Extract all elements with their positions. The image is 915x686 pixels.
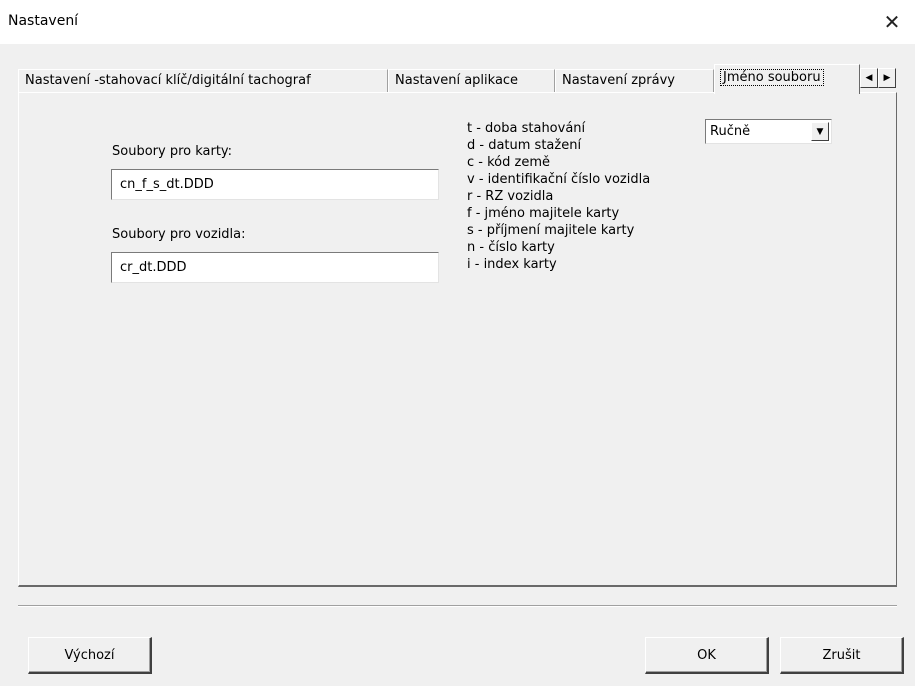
tab-file-name[interactable]: Jméno souboru	[714, 64, 860, 94]
tab-scroll-right-button[interactable]: ▶	[878, 68, 896, 88]
placeholder-legend: t - doba stahování d - datum stažení c -…	[467, 120, 650, 273]
legend-item: f - jméno majitele karty	[467, 206, 620, 221]
tab-label: Nastavení -stahovací klíč/digitální tach…	[25, 73, 311, 88]
vehicles-files-label: Soubory pro vozidla:	[112, 227, 246, 242]
tab-label: Jméno souboru	[720, 69, 824, 86]
legend-item: s - příjmení majitele karty	[467, 223, 635, 238]
legend-item: v - identifikační číslo vozidla	[467, 172, 651, 187]
default-button[interactable]: Výchozí	[28, 637, 152, 674]
tab-strip: Nastavení -stahovací klíč/digitální tach…	[18, 64, 898, 94]
chevron-down-icon: ▼	[816, 126, 824, 137]
tab-application-settings[interactable]: Nastavení aplikace	[388, 69, 555, 93]
tab-report-settings[interactable]: Nastavení zprávy	[555, 69, 714, 93]
tab-label: Nastavení aplikace	[395, 73, 519, 88]
legend-item: i - index karty	[467, 257, 557, 272]
tab-download-key-tachograph[interactable]: Nastavení -stahovací klíč/digitální tach…	[18, 69, 388, 93]
title-bar: Nastavení ✕	[0, 0, 915, 44]
default-button-label: Výchozí	[64, 647, 115, 663]
tab-panel	[18, 92, 897, 587]
separator-line	[18, 605, 897, 607]
vehicles-files-value: cr_dt.DDD	[120, 260, 187, 275]
cards-files-label: Soubory pro karty:	[112, 144, 233, 159]
cancel-button-label: Zrušit	[822, 647, 861, 663]
legend-item: t - doba stahování	[467, 121, 586, 136]
close-button[interactable]: ✕	[869, 0, 915, 44]
arrow-right-icon: ▶	[883, 73, 891, 83]
mode-select-value: Ručně	[710, 124, 751, 139]
window-title: Nastavení	[8, 13, 79, 29]
close-icon: ✕	[883, 10, 901, 34]
legend-item: r - RZ vozidla	[467, 189, 554, 204]
cards-files-value: cn_f_s_dt.DDD	[120, 177, 214, 192]
ok-button[interactable]: OK	[645, 637, 769, 674]
mode-select[interactable]: Ručně ▼	[705, 119, 832, 144]
legend-item: c - kód země	[467, 155, 550, 170]
tab-label: Nastavení zprávy	[562, 73, 675, 88]
dropdown-button[interactable]: ▼	[811, 122, 829, 141]
legend-item: n - číslo karty	[467, 240, 555, 255]
tab-scroll-left-button[interactable]: ◀	[860, 68, 878, 88]
ok-button-label: OK	[697, 647, 716, 663]
cards-files-input[interactable]: cn_f_s_dt.DDD	[111, 169, 439, 200]
arrow-left-icon: ◀	[865, 73, 873, 83]
cancel-button[interactable]: Zrušit	[780, 637, 904, 674]
legend-item: d - datum stažení	[467, 138, 582, 153]
vehicles-files-input[interactable]: cr_dt.DDD	[111, 252, 439, 283]
